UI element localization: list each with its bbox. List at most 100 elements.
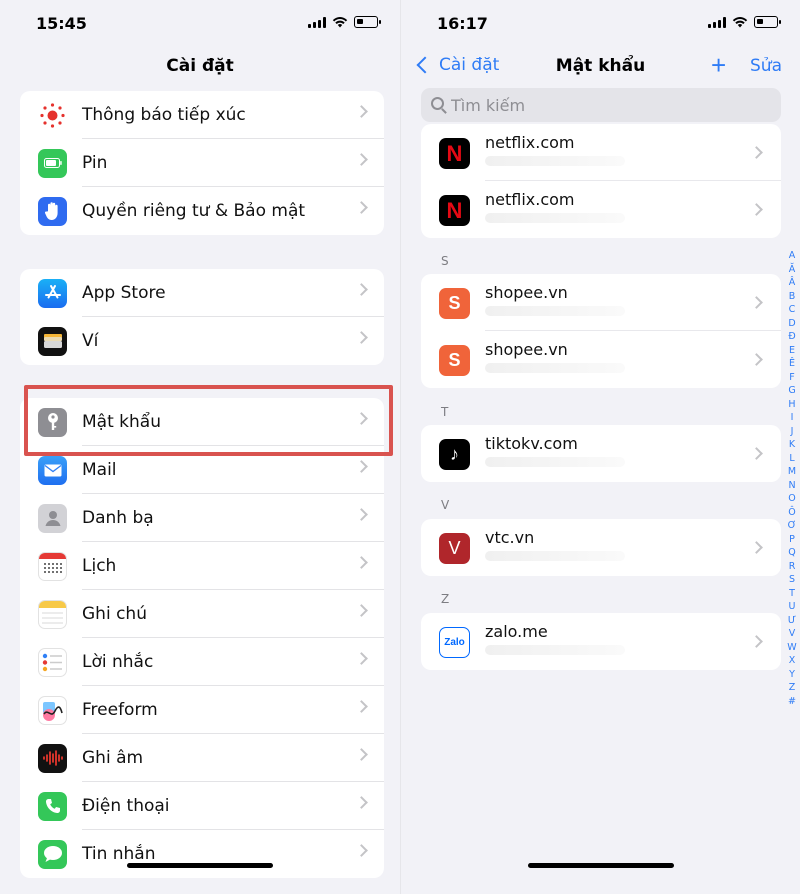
chevron-right-icon — [750, 296, 763, 309]
settings-item-contacts[interactable]: Danh bạ — [20, 494, 384, 542]
index-letter[interactable]: O — [788, 492, 795, 506]
password-row-shopee[interactable]: S shopee.vn — [421, 331, 781, 388]
site-name: shopee.vn — [485, 283, 568, 302]
status-bar: 16:17 — [401, 0, 800, 46]
settings-item-mail[interactable]: Mail — [20, 446, 384, 494]
wallet-icon — [38, 326, 67, 356]
chevron-right-icon — [355, 153, 368, 166]
section-header: V — [441, 498, 450, 512]
index-letter[interactable]: J — [791, 425, 794, 439]
section-header: Z — [441, 592, 450, 606]
index-letter[interactable]: H — [788, 398, 795, 412]
password-row-zalo[interactable]: Zalo zalo.me — [421, 613, 781, 670]
index-letter[interactable]: Â — [789, 276, 796, 290]
username-redacted — [485, 457, 625, 467]
settings-item-exposure[interactable]: Thông báo tiếp xúc — [20, 91, 384, 139]
index-letter[interactable]: Z — [789, 681, 796, 695]
index-letter[interactable]: A — [789, 249, 796, 263]
password-row-netflix[interactable]: N netflix.com — [421, 124, 781, 181]
index-letter[interactable]: R — [789, 560, 796, 574]
settings-item-label: Thông báo tiếp xúc — [82, 105, 246, 125]
settings-item-calendar[interactable]: Lịch — [20, 542, 384, 590]
notes-icon — [38, 599, 67, 629]
settings-item-reminders[interactable]: Lời nhắc — [20, 638, 384, 686]
settings-item-voice-memos[interactable]: Ghi âm — [20, 734, 384, 782]
site-name: zalo.me — [485, 622, 548, 641]
chevron-right-icon — [355, 700, 368, 713]
settings-item-phone[interactable]: Điện thoại — [20, 782, 384, 830]
chevron-right-icon — [355, 201, 368, 214]
index-letter[interactable]: W — [787, 641, 796, 655]
settings-item-notes[interactable]: Ghi chú — [20, 590, 384, 638]
page-title: Cài đặt — [166, 56, 234, 76]
index-letter[interactable]: D — [788, 317, 795, 331]
site-name: shopee.vn — [485, 340, 568, 359]
calendar-icon — [38, 551, 67, 581]
index-letter[interactable]: P — [789, 533, 795, 547]
exposure-notification-icon — [38, 101, 67, 130]
settings-item-label: Ví — [82, 331, 99, 351]
settings-item-label: Pin — [82, 153, 108, 173]
chevron-right-icon — [355, 460, 368, 473]
index-letter[interactable]: L — [789, 452, 794, 466]
index-letter[interactable]: I — [791, 411, 794, 425]
index-letter[interactable]: M — [788, 465, 796, 479]
section-header: T — [441, 405, 449, 419]
search-input[interactable] — [451, 88, 751, 122]
settings-item-messages[interactable]: Tin nhắn — [20, 830, 384, 878]
chevron-right-icon — [750, 447, 763, 460]
settings-item-battery[interactable]: Pin — [20, 139, 384, 187]
alphabet-index[interactable]: A Ă Â B C D Đ E Ê F G H I J K L M N O Ô Ơ P Q R S T U Ư V W X Y Z # — [786, 249, 798, 708]
password-row-vtc[interactable]: V vtc.vn — [421, 519, 781, 576]
password-group-n: N netflix.com N netflix.com — [421, 124, 781, 238]
settings-item-privacy[interactable]: Quyền riêng tư & Bảo mật — [20, 187, 384, 235]
shopee-icon: S — [439, 345, 470, 376]
username-redacted — [485, 156, 625, 166]
chevron-right-icon — [750, 203, 763, 216]
chevron-right-icon — [750, 635, 763, 648]
index-letter[interactable]: Ơ — [788, 519, 797, 533]
index-letter[interactable]: T — [789, 587, 795, 601]
index-letter[interactable]: E — [789, 344, 795, 358]
settings-item-app-store[interactable]: App Store — [20, 269, 384, 317]
index-letter[interactable]: F — [789, 371, 794, 385]
index-letter[interactable]: B — [789, 290, 796, 304]
status-time: 15:45 — [36, 14, 87, 33]
index-letter[interactable]: Ê — [789, 357, 795, 371]
index-letter[interactable]: C — [789, 303, 796, 317]
index-letter[interactable]: Q — [788, 546, 795, 560]
index-letter[interactable]: Ư — [788, 614, 796, 628]
privacy-hand-icon — [38, 196, 67, 226]
index-letter[interactable]: # — [788, 695, 796, 709]
add-password-button[interactable]: + — [711, 52, 726, 78]
chevron-right-icon — [355, 508, 368, 521]
index-letter[interactable]: N — [788, 479, 795, 493]
settings-item-freeform[interactable]: Freeform — [20, 686, 384, 734]
index-letter[interactable]: X — [789, 654, 796, 668]
index-letter[interactable]: G — [788, 384, 795, 398]
index-letter[interactable]: V — [789, 627, 796, 641]
settings-item-wallet[interactable]: Ví — [20, 317, 384, 365]
index-letter[interactable]: S — [789, 573, 795, 587]
password-row-shopee[interactable]: S shopee.vn — [421, 274, 781, 331]
index-letter[interactable]: U — [789, 600, 796, 614]
battery-icon — [38, 148, 67, 178]
index-letter[interactable]: Ô — [788, 506, 795, 520]
netflix-icon: N — [439, 138, 470, 169]
shopee-icon: S — [439, 288, 470, 319]
chevron-right-icon — [355, 796, 368, 809]
password-row-tiktok[interactable]: ♪ tiktokv.com — [421, 425, 781, 482]
edit-button[interactable]: Sửa — [750, 56, 782, 76]
messages-icon — [38, 839, 67, 869]
password-row-netflix[interactable]: N netflix.com — [421, 181, 781, 238]
search-bar[interactable] — [421, 88, 781, 122]
settings-item-passwords[interactable]: Mật khẩu — [20, 398, 384, 446]
settings-item-label: Lời nhắc — [82, 652, 154, 672]
chevron-right-icon — [355, 331, 368, 344]
index-letter[interactable]: Ă — [789, 263, 796, 277]
index-letter[interactable]: K — [789, 438, 795, 452]
index-letter[interactable]: Y — [789, 668, 795, 682]
index-letter[interactable]: Đ — [788, 330, 795, 344]
freeform-icon — [38, 695, 67, 725]
vtc-icon: V — [439, 533, 470, 564]
